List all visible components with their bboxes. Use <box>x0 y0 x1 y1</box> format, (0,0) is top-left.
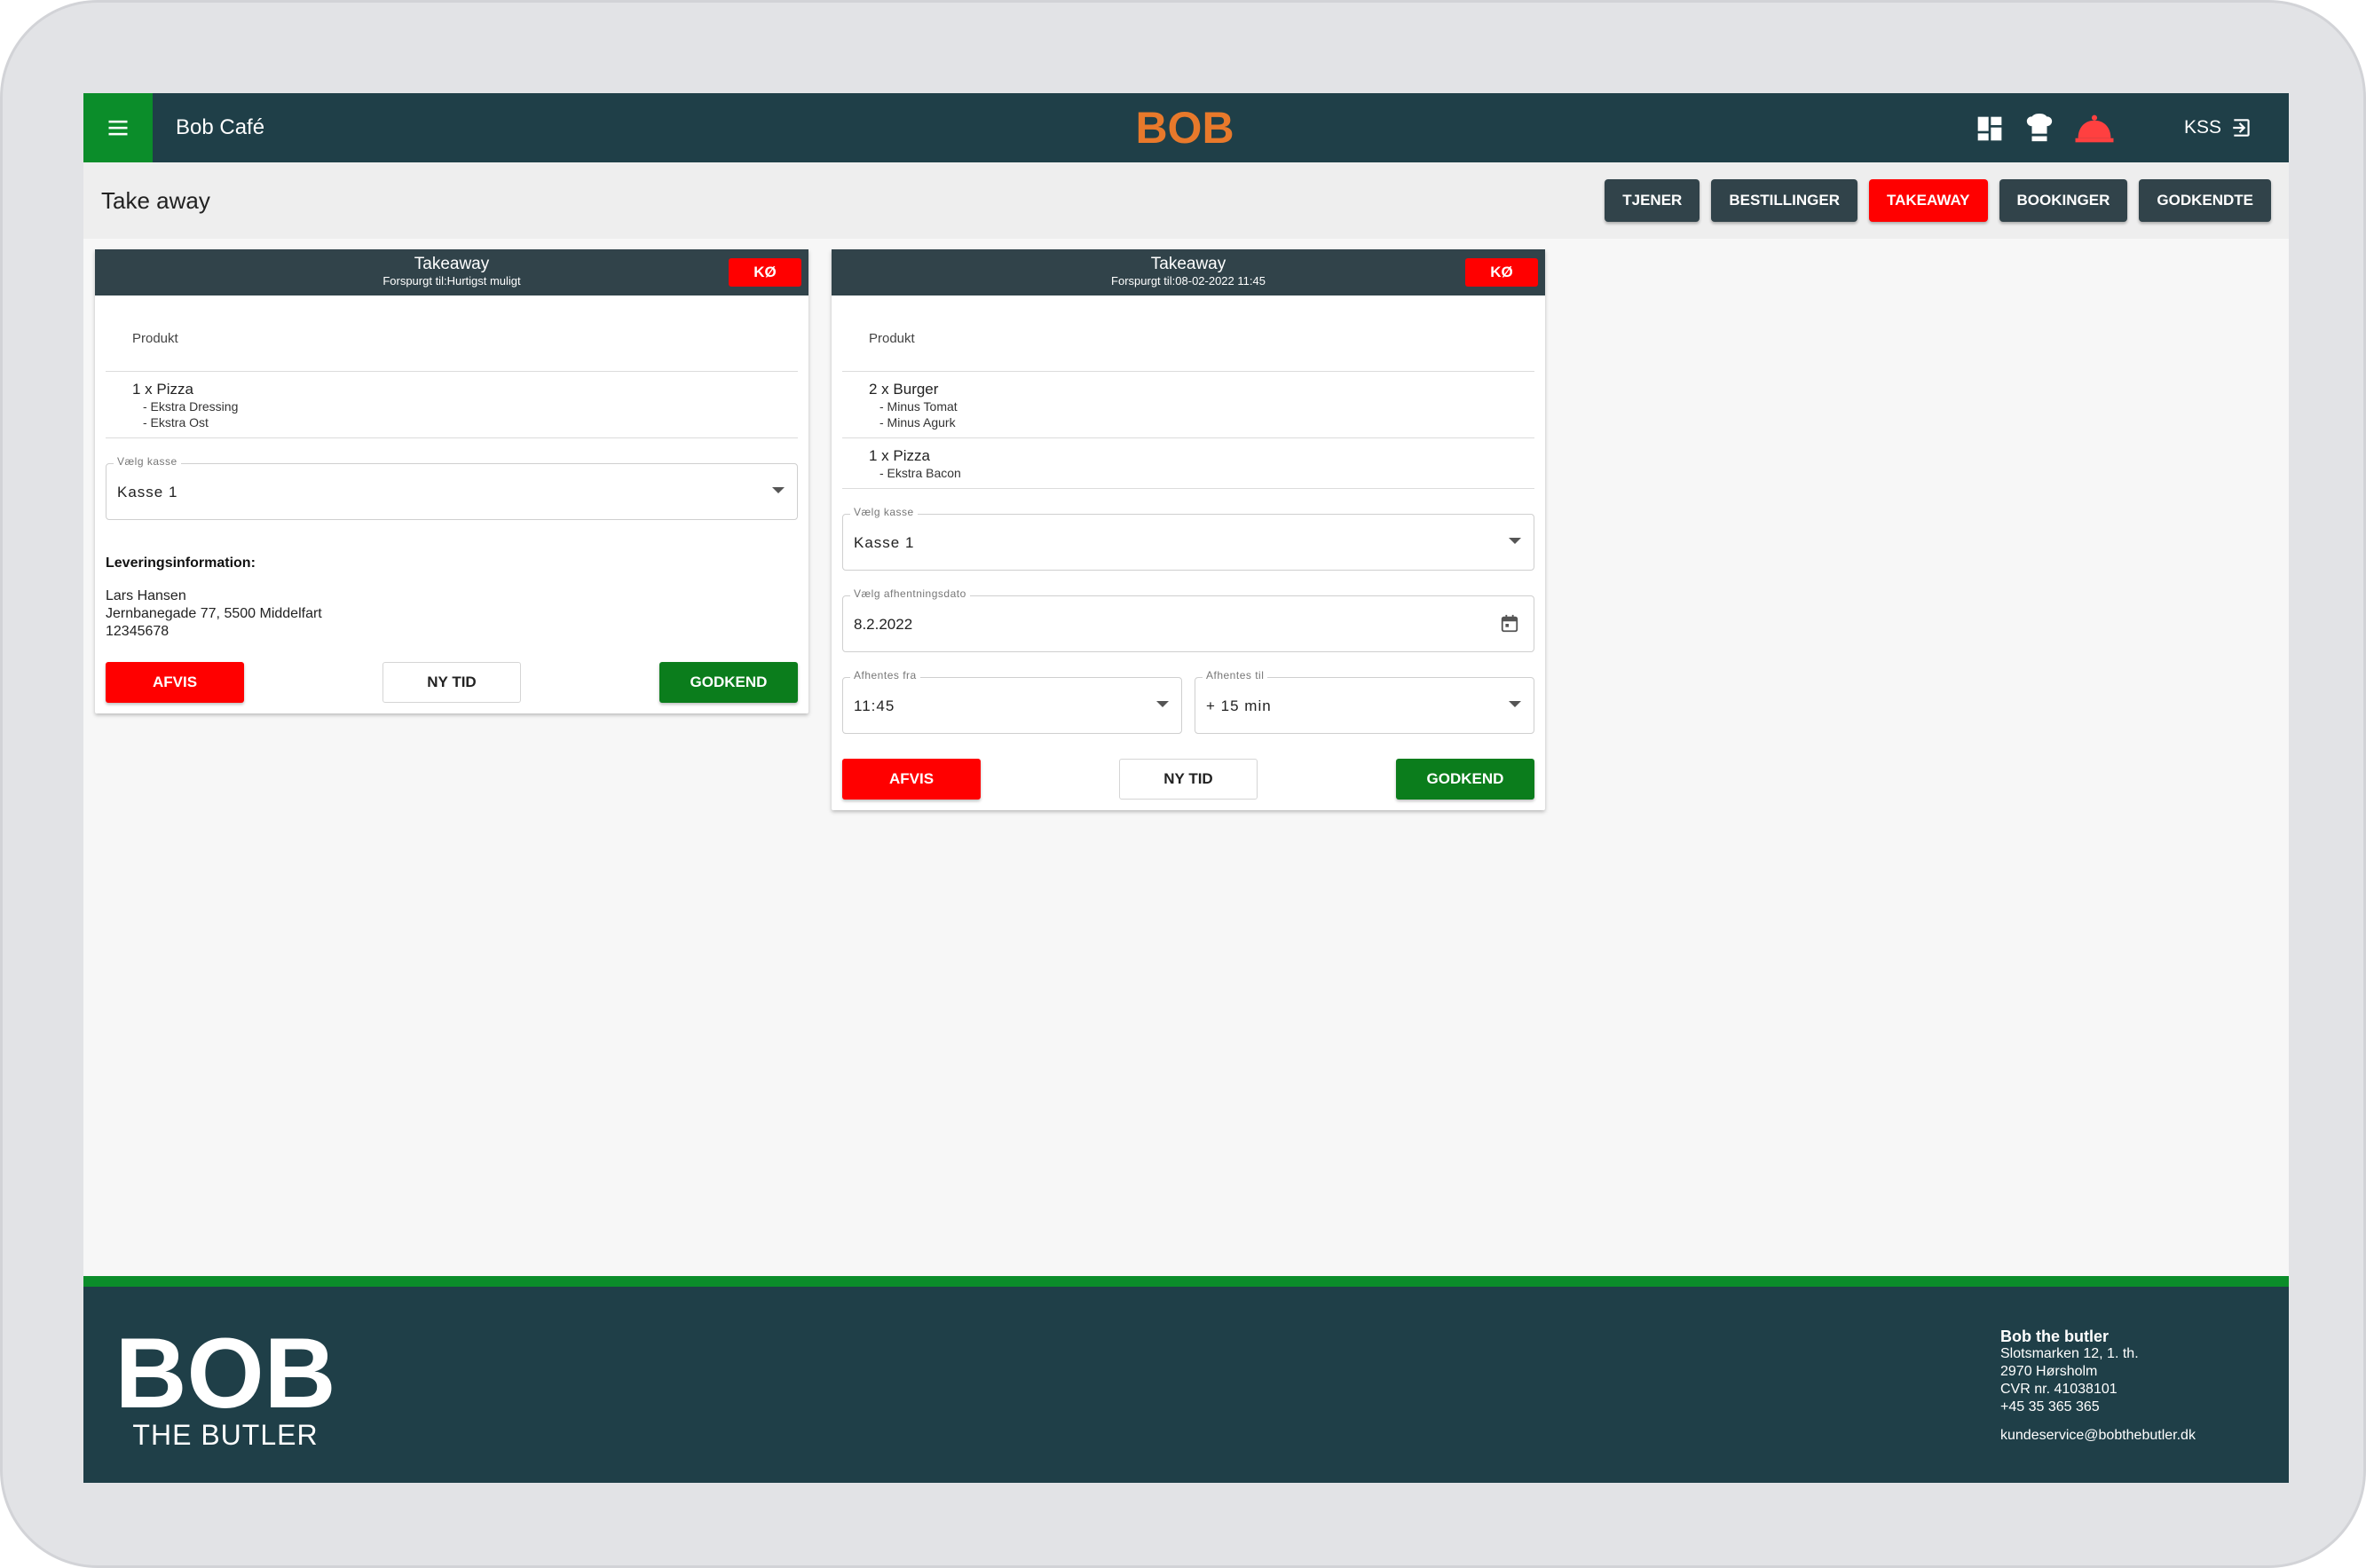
dashboard-icon[interactable] <box>1974 113 2006 145</box>
order-requested-time: Forspurgt til:08-02-2022 11:45 <box>1111 274 1266 288</box>
item-option: - Ekstra Bacon <box>879 466 961 480</box>
page-title: Take away <box>101 187 210 214</box>
delivery-address: Jernbanegade 77, 5500 Middelfart <box>106 606 322 621</box>
pickup-from-select[interactable]: Afhentes fra 11:45 <box>842 669 1182 734</box>
reject-button[interactable]: AFVIS <box>106 662 244 703</box>
register-select[interactable]: Vælg kasse Kasse 1 <box>842 506 1534 571</box>
order-actions: AFVIS NY TID GODKEND <box>842 759 1534 810</box>
app-screen: Bob Café BOB KSS Take away TJENER BESTIL… <box>83 93 2289 1483</box>
menu-button[interactable] <box>83 93 153 162</box>
calendar-icon[interactable] <box>1500 614 1519 634</box>
company-address-line2: 2970 Hørsholm <box>2000 1364 2098 1379</box>
company-info: Bob the butler Slotsmarken 12, 1. th. 29… <box>2000 1328 2196 1445</box>
footer-logo-text: BOB <box>117 1320 335 1429</box>
tab-tjener[interactable]: TJENER <box>1605 179 1700 222</box>
company-address-line1: Slotsmarken 12, 1. th. <box>2000 1346 2139 1361</box>
order-requested-time: Forspurgt til:Hurtigst muligt <box>383 274 521 288</box>
tab-godkendte[interactable]: GODKENDTE <box>2139 179 2271 222</box>
chevron-down-icon <box>1509 701 1521 707</box>
order-card: Takeaway Forspurgt til:Hurtigst muligt K… <box>95 249 808 713</box>
new-time-button[interactable]: NY TID <box>1119 759 1258 800</box>
pickup-from-value: 11:45 <box>854 697 895 714</box>
footer-logo-subtitle: THE BUTLER <box>132 1419 318 1451</box>
product-column-header: Produkt <box>842 295 1534 372</box>
tablet-frame: Bob Café BOB KSS Take away TJENER BESTIL… <box>0 0 2366 1568</box>
logout-icon <box>2233 119 2250 137</box>
register-select-label: Vælg kasse <box>114 455 181 468</box>
order-item: 1 x Pizza - Ekstra Dressing - Ekstra Ost <box>106 372 798 438</box>
order-title: Takeaway <box>414 255 490 273</box>
bob-the-butler-logo: BOB THE BUTLER <box>117 1320 335 1451</box>
register-select-value: Kasse 1 <box>854 534 915 551</box>
order-header: Takeaway Forspurgt til:08-02-2022 11:45 … <box>832 249 1545 295</box>
pickup-to-value: + 15 min <box>1206 697 1272 714</box>
order-title: Takeaway <box>1150 255 1226 273</box>
service-bell-icon[interactable] <box>2073 113 2116 145</box>
pickup-to-label: Afhentes til <box>1203 669 1268 682</box>
item-name: 2 x Burger <box>869 381 939 398</box>
tab-bestillinger[interactable]: BESTILLINGER <box>1711 179 1857 222</box>
queue-button[interactable]: KØ <box>1465 258 1538 287</box>
user-logout[interactable]: KSS <box>2184 93 2253 162</box>
pickup-to-select[interactable]: Afhentes til + 15 min <box>1195 669 1534 734</box>
pickup-date-value: 8.2.2022 <box>854 616 913 633</box>
reject-button[interactable]: AFVIS <box>842 759 981 800</box>
queue-button[interactable]: KØ <box>729 258 801 287</box>
item-option: - Minus Tomat <box>879 399 958 414</box>
nav-tabs: TJENER BESTILLINGER TAKEAWAY BOOKINGER G… <box>1605 179 2271 222</box>
sub-header: Take away TJENER BESTILLINGER TAKEAWAY B… <box>83 162 2289 239</box>
hamburger-icon <box>108 120 128 136</box>
chevron-down-icon <box>1509 538 1521 544</box>
chevron-down-icon <box>1156 701 1169 707</box>
item-option: - Ekstra Ost <box>143 415 209 429</box>
order-actions: AFVIS NY TID GODKEND <box>106 662 798 713</box>
chef-hat-icon[interactable] <box>2023 113 2055 145</box>
pickup-date-label: Vælg afhentningsdato <box>850 587 970 600</box>
tab-takeaway[interactable]: TAKEAWAY <box>1869 179 1988 222</box>
top-bar: Bob Café BOB KSS <box>83 93 2289 162</box>
chevron-down-icon <box>772 487 785 493</box>
user-initials: KSS <box>2183 117 2221 138</box>
tab-bookinger[interactable]: BOOKINGER <box>1999 179 2128 222</box>
delivery-info: Lars Hansen Jernbanegade 77, 5500 Middel… <box>106 587 798 641</box>
product-column-header: Produkt <box>106 295 798 372</box>
footer-stripe <box>83 1276 2289 1287</box>
item-option: - Ekstra Dressing <box>143 399 239 414</box>
approve-button[interactable]: GODKEND <box>1396 759 1534 800</box>
footer: BOB THE BUTLER Bob the butler Slotsmarke… <box>83 1287 2289 1483</box>
company-cvr: CVR nr. 41038101 <box>2000 1382 2118 1397</box>
delivery-heading: Leveringsinformation: <box>106 555 256 571</box>
top-icons <box>1974 111 2116 146</box>
register-select-label: Vælg kasse <box>850 506 918 518</box>
order-card: Takeaway Forspurgt til:08-02-2022 11:45 … <box>832 249 1545 810</box>
company-email[interactable]: kundeservice@bobthebutler.dk <box>2000 1427 2196 1445</box>
cafe-name: Bob Café <box>176 115 265 139</box>
order-header: Takeaway Forspurgt til:Hurtigst muligt K… <box>95 249 808 295</box>
bob-logo: BOB <box>1135 106 1234 150</box>
order-item: 1 x Pizza - Ekstra Bacon <box>842 438 1534 489</box>
order-item: 2 x Burger - Minus Tomat - Minus Agurk <box>842 372 1534 438</box>
delivery-name: Lars Hansen <box>106 588 186 603</box>
item-option: - Minus Agurk <box>879 415 956 429</box>
item-name: 1 x Pizza <box>869 447 930 464</box>
company-name: Bob the butler <box>2000 1328 2109 1345</box>
pickup-time-row: Afhentes fra 11:45 Afhentes til + 15 min <box>842 652 1534 734</box>
pickup-date-field[interactable]: Vælg afhentningsdato 8.2.2022 <box>842 587 1534 652</box>
register-select-value: Kasse 1 <box>117 484 178 500</box>
item-name: 1 x Pizza <box>132 381 193 398</box>
new-time-button[interactable]: NY TID <box>383 662 521 703</box>
approve-button[interactable]: GODKEND <box>659 662 798 703</box>
logo-text: BOB <box>1135 106 1234 150</box>
pickup-from-label: Afhentes fra <box>850 669 920 682</box>
register-select[interactable]: Vælg kasse Kasse 1 <box>106 455 798 520</box>
delivery-phone: 12345678 <box>106 624 170 639</box>
company-phone: +45 35 365 365 <box>2000 1399 2100 1414</box>
